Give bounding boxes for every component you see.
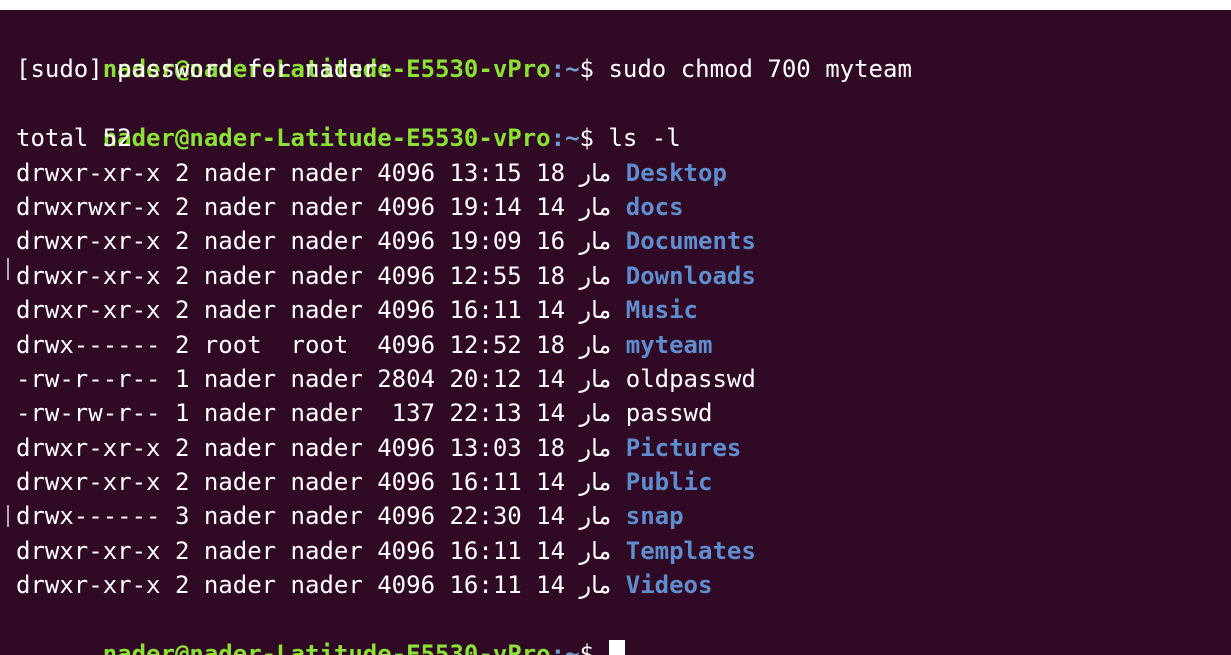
ls-row-name: myteam (625, 330, 713, 359)
terminal-window[interactable]: nader@nader-Latitude-E5530-vPro:~$ sudo … (0, 0, 1231, 655)
ls-row-name: Public (625, 468, 713, 497)
left-edge-artifact (7, 505, 9, 527)
ls-row-meta: drwx------ 3 nader nader 4096 22:30 14 (16, 502, 580, 531)
ls-row-name: Videos (625, 571, 713, 600)
ls-row-month: مار (579, 468, 612, 497)
ls-row-meta: drwxr-xr-x 2 nader nader 4096 12:55 18 (16, 261, 580, 290)
prompt-line-chmod: nader@nader-Latitude-E5530-vPro:~$ sudo … (16, 18, 1231, 83)
prompt-symbol: $ (579, 124, 609, 153)
ls-row-month: مار (579, 536, 612, 565)
ls-row-month: مار (579, 571, 612, 600)
ls-row-meta: drwxr-xr-x 2 nader nader 4096 16:11 14 (16, 468, 580, 497)
prompt-path: :~ (550, 55, 580, 84)
ls-row: drwxr-xr-x 2 nader nader 4096 16:11 14 م… (16, 465, 1231, 499)
prompt-user-host: nader@nader-Latitude-E5530-vPro (102, 124, 551, 153)
ls-row-name: Documents (625, 227, 756, 256)
prompt-symbol: $ (579, 55, 609, 84)
ls-row-name: passwd (625, 399, 713, 428)
ls-row-month: مار (579, 192, 612, 221)
prompt-path: :~ (550, 640, 580, 655)
ls-row-month: مار (579, 399, 612, 428)
ls-row: drwxr-xr-x 2 nader nader 4096 16:11 14 م… (16, 534, 1231, 568)
ls-row: drwx------ 2 root root 4096 12:52 18 مار… (16, 328, 1231, 362)
ls-row-month: مار (579, 502, 612, 531)
ls-row-name: oldpasswd (625, 364, 756, 393)
ls-row-month: مار (579, 364, 612, 393)
ls-row: drwxrwxr-x 2 nader nader 4096 19:14 14 م… (16, 190, 1231, 224)
ls-row-meta: drwxr-xr-x 2 nader nader 4096 13:15 18 (16, 158, 580, 187)
ls-row-name: docs (625, 192, 684, 221)
command-text: sudo chmod 700 myteam (608, 55, 912, 84)
ls-row-meta: drwx------ 2 root root 4096 12:52 18 (16, 330, 580, 359)
ls-row: drwxr-xr-x 2 nader nader 4096 13:03 18 م… (16, 431, 1231, 465)
ls-row-name: Music (625, 296, 698, 325)
ls-row-month: مار (579, 261, 612, 290)
ls-row: drwxr-xr-x 2 nader nader 4096 12:55 18 م… (16, 259, 1231, 293)
ls-row: drwxr-xr-x 2 nader nader 4096 19:09 16 م… (16, 224, 1231, 258)
ls-row-meta: -rw-r--r-- 1 nader nader 2804 20:12 14 (16, 364, 580, 393)
ls-row-month: مار (579, 330, 612, 359)
command-text: ls -l (608, 124, 681, 153)
ls-row-month: مار (579, 433, 612, 462)
ls-row-month: مار (579, 227, 612, 256)
ls-row-name: Downloads (625, 261, 756, 290)
ls-row-meta: -rw-rw-r-- 1 nader nader 137 22:13 14 (16, 399, 580, 428)
ls-row-meta: drwxr-xr-x 2 nader nader 4096 13:03 18 (16, 433, 580, 462)
ls-row-name: snap (625, 502, 684, 531)
text-cursor (609, 640, 626, 655)
ls-row: -rw-rw-r-- 1 nader nader 137 22:13 14 ما… (16, 396, 1231, 430)
prompt-line-ls: nader@nader-Latitude-E5530-vPro:~$ ls -l (16, 87, 1231, 152)
ls-row: drwx------ 3 nader nader 4096 22:30 14 م… (16, 499, 1231, 533)
left-edge-artifact (7, 258, 9, 280)
top-edge-crop (0, 0, 1231, 10)
ls-row-name: Pictures (625, 433, 742, 462)
ls-row: drwxr-xr-x 2 nader nader 4096 13:15 18 م… (16, 156, 1231, 190)
ls-row-month: مار (579, 296, 612, 325)
ls-row-name: Desktop (625, 158, 727, 187)
prompt-line-current[interactable]: nader@nader-Latitude-E5530-vPro:~$ (16, 603, 1231, 655)
ls-row-month: مار (579, 158, 612, 187)
prompt-symbol: $ (579, 640, 609, 655)
ls-row: drwxr-xr-x 2 nader nader 4096 16:11 14 م… (16, 293, 1231, 327)
ls-row-meta: drwxr-xr-x 2 nader nader 4096 16:11 14 (16, 571, 580, 600)
terminal-output: nader@nader-Latitude-E5530-vPro:~$ sudo … (16, 18, 1231, 655)
ls-row: drwxr-xr-x 2 nader nader 4096 16:11 14 م… (16, 568, 1231, 602)
prompt-user-host: nader@nader-Latitude-E5530-vPro (102, 640, 551, 655)
ls-row-name: Templates (625, 536, 756, 565)
ls-row-meta: drwxr-xr-x 2 nader nader 4096 16:11 14 (16, 536, 580, 565)
ls-row: -rw-r--r-- 1 nader nader 2804 20:12 14 م… (16, 362, 1231, 396)
ls-row-meta: drwxr-xr-x 2 nader nader 4096 19:09 16 (16, 227, 580, 256)
prompt-path: :~ (550, 124, 580, 153)
ls-row-meta: drwxr-xr-x 2 nader nader 4096 16:11 14 (16, 296, 580, 325)
ls-row-meta: drwxrwxr-x 2 nader nader 4096 19:14 14 (16, 192, 580, 221)
